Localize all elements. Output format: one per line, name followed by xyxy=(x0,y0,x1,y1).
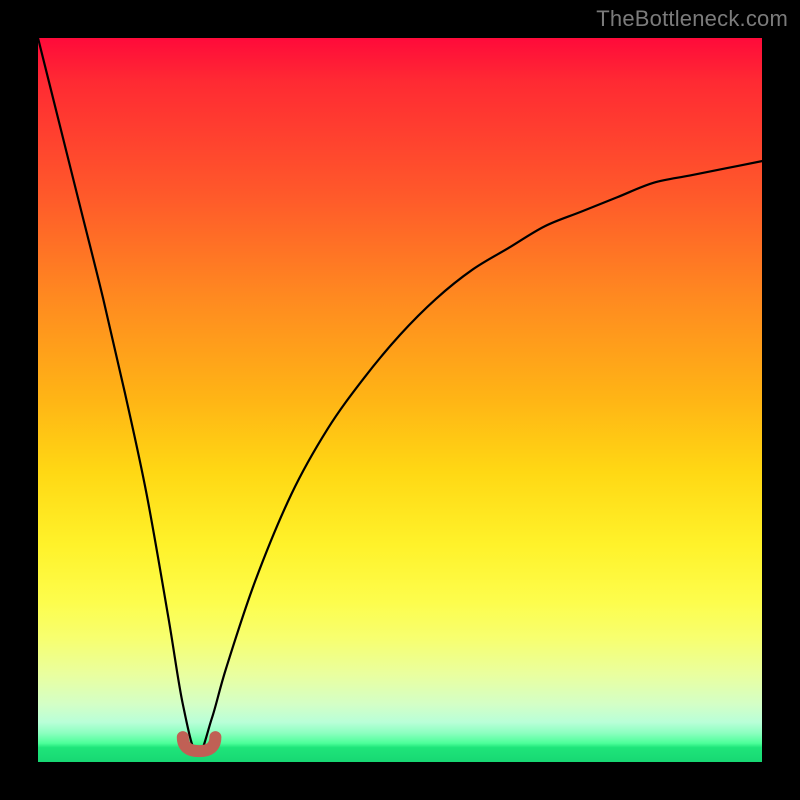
bottleneck-curve xyxy=(38,38,762,755)
chart-svg xyxy=(38,38,762,762)
plot-area xyxy=(38,38,762,762)
chart-frame: TheBottleneck.com xyxy=(0,0,800,800)
dip-marker xyxy=(183,737,216,751)
watermark-text: TheBottleneck.com xyxy=(596,6,788,32)
